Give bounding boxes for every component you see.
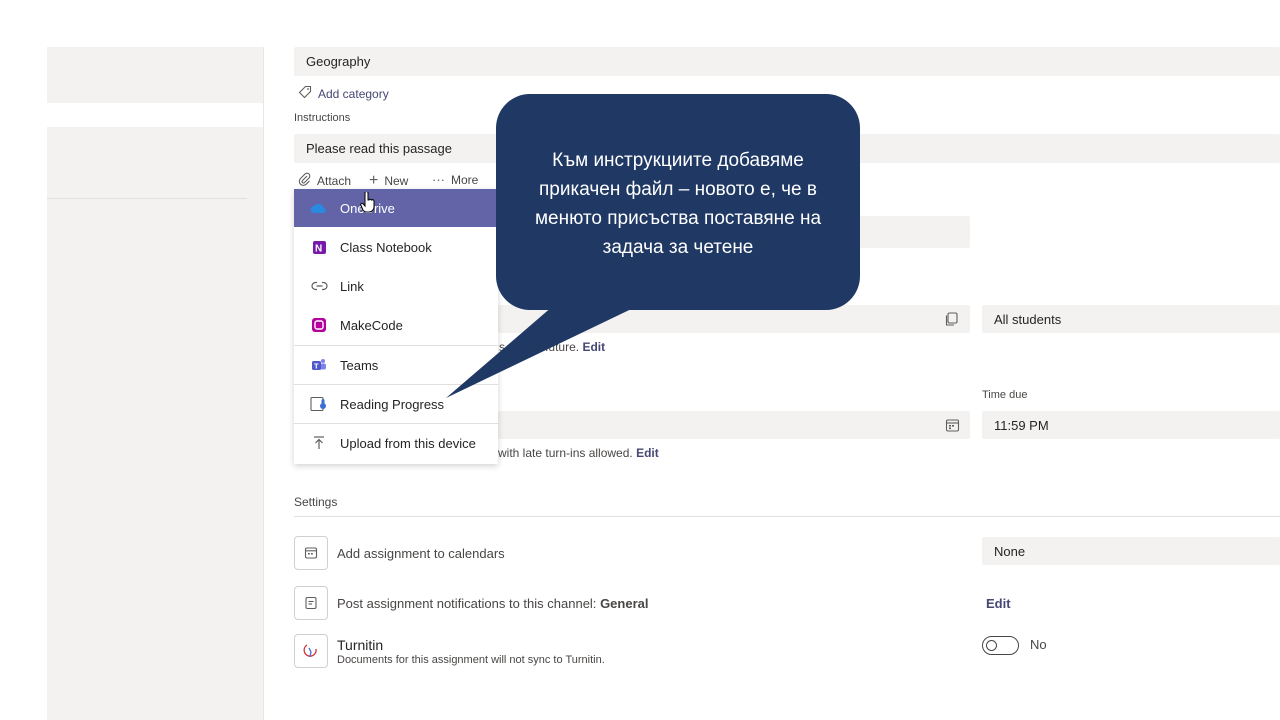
menu-item-label: Reading Progress: [340, 396, 445, 412]
more-icon: ···: [432, 172, 445, 187]
schedule-edit-link[interactable]: Edit: [582, 340, 605, 354]
notification-setting-icon: [294, 586, 328, 620]
plus-icon: +: [369, 172, 379, 189]
makecode-icon: [309, 317, 329, 333]
turnitin-note: Documents for this assignment will not s…: [337, 654, 605, 666]
assign-to-field[interactable]: All students: [982, 305, 1280, 333]
menu-item-upload[interactable]: Upload from this device: [294, 424, 498, 462]
menu-item-label: MakeCode: [340, 317, 403, 333]
more-label: More: [451, 172, 479, 187]
teams-icon: T: [309, 357, 329, 373]
svg-text:T: T: [314, 362, 319, 371]
menu-item-onedrive[interactable]: OneDrive: [294, 189, 498, 227]
reading-progress-icon: [309, 396, 329, 412]
late-note: with late turn-ins allowed. Edit: [498, 446, 659, 460]
menu-item-teams[interactable]: T Teams: [294, 346, 498, 384]
new-button[interactable]: + New: [369, 172, 408, 190]
turnitin-toggle[interactable]: [982, 636, 1019, 655]
tag-icon: [298, 85, 312, 102]
calendar-setting-label: Add assignment to calendars: [337, 546, 505, 561]
menu-item-reading-progress[interactable]: Reading Progress: [294, 385, 498, 423]
copy-icon[interactable]: [944, 311, 960, 332]
calendar-setting-icon: [294, 536, 328, 570]
category-field[interactable]: Geography: [294, 47, 1280, 76]
link-icon: [309, 278, 329, 294]
assign-to-value: All students: [994, 311, 1062, 327]
late-edit-link[interactable]: Edit: [636, 446, 659, 460]
turnitin-icon: [294, 634, 328, 668]
instructions-value: Please read this passage: [306, 141, 452, 156]
menu-item-class-notebook[interactable]: N Class Notebook: [294, 228, 498, 266]
menu-item-label: Class Notebook: [340, 239, 432, 255]
notification-channel: General: [600, 596, 649, 611]
turnitin-toggle-label: No: [1030, 637, 1047, 652]
attach-button[interactable]: Attach: [298, 172, 351, 189]
paperclip-icon: [298, 172, 311, 189]
menu-item-link[interactable]: Link: [294, 267, 498, 305]
notification-edit-link[interactable]: Edit: [986, 596, 1011, 611]
time-due-label: Time due: [982, 389, 1028, 401]
late-note-text: with late turn-ins allowed.: [498, 446, 633, 460]
left-pane-selected-row[interactable]: [47, 103, 263, 127]
left-pane: [47, 47, 263, 720]
onedrive-icon: [309, 200, 329, 216]
attach-menu: OneDrive N Class Notebook Link MakeCode …: [294, 189, 498, 464]
schedule-note: s o he future. Edit: [499, 340, 606, 354]
attach-label: Attach: [317, 173, 352, 188]
category-value: Geography: [306, 54, 371, 69]
calendar-select[interactable]: None: [982, 537, 1280, 565]
settings-divider: [294, 516, 1280, 517]
time-due-value: 11:59 PM: [994, 417, 1049, 433]
calendar-select-value: None: [994, 543, 1026, 559]
schedule-note-text: future.: [545, 340, 580, 354]
time-due-field[interactable]: 11:59 PM: [982, 411, 1280, 439]
more-button[interactable]: ··· More: [432, 172, 478, 187]
assignment-editor: Geography Add category Instructions Plea…: [0, 0, 1280, 720]
menu-item-makecode[interactable]: MakeCode: [294, 306, 498, 344]
menu-item-label: Teams: [340, 357, 379, 373]
menu-item-label: Upload from this device: [340, 435, 476, 451]
callout-text: Към инструкциите добавяме прикачен файл …: [534, 150, 822, 258]
settings-title: Settings: [294, 495, 338, 509]
mouse-cursor-icon: [360, 191, 376, 219]
svg-text:N: N: [315, 243, 322, 254]
due-date-field[interactable]: [498, 411, 970, 439]
calendar-icon[interactable]: [945, 418, 960, 438]
callout-bubble: Към инструкциите добавяме прикачен файл …: [496, 94, 860, 310]
left-pane-divider: [47, 198, 247, 199]
add-category-label: Add category: [318, 86, 389, 101]
turnitin-title: Turnitin: [337, 637, 384, 653]
upload-icon: [309, 435, 329, 451]
notification-setting-label: Post assignment notifications to this ch…: [337, 596, 648, 611]
menu-item-label: Link: [340, 278, 364, 294]
new-label: New: [384, 174, 409, 188]
toggle-knob: [986, 640, 997, 651]
onenote-icon: N: [309, 239, 329, 255]
instructions-label: Instructions: [294, 112, 351, 124]
notification-label-text: Post assignment notifications to this ch…: [337, 596, 597, 611]
add-category-link[interactable]: Add category: [298, 85, 389, 102]
pane-divider: [263, 47, 264, 720]
